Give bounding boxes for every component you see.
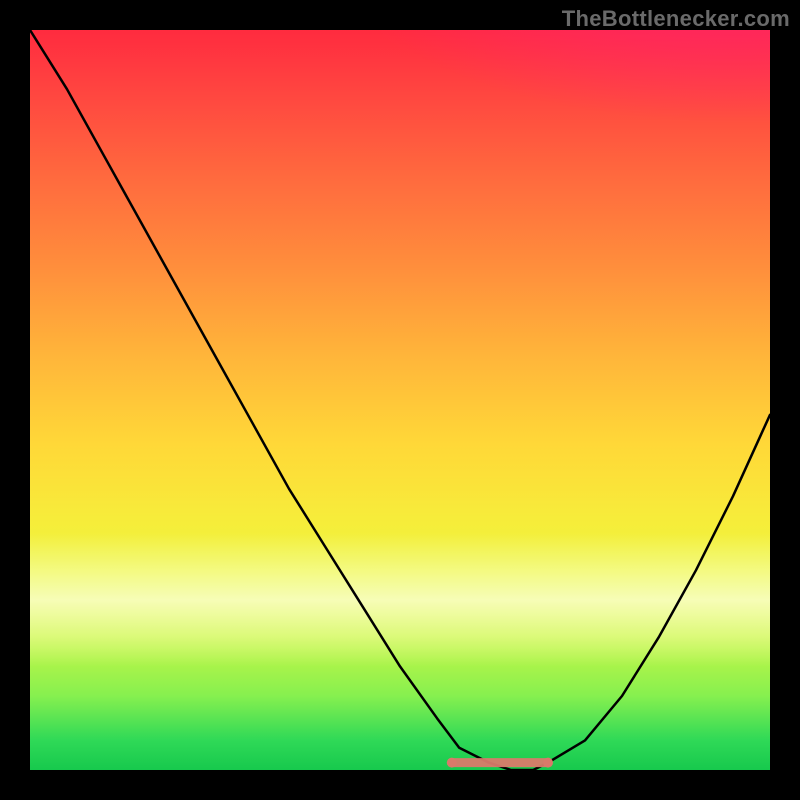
chart-svg — [30, 30, 770, 770]
chart-container: TheBottlenecker.com — [0, 0, 800, 800]
optimum-endcap-left — [447, 758, 457, 768]
bottleneck-curve-line — [30, 30, 770, 770]
optimum-endcap-right — [543, 758, 553, 768]
watermark-text: TheBottlenecker.com — [562, 6, 790, 32]
plot-area — [30, 30, 770, 770]
